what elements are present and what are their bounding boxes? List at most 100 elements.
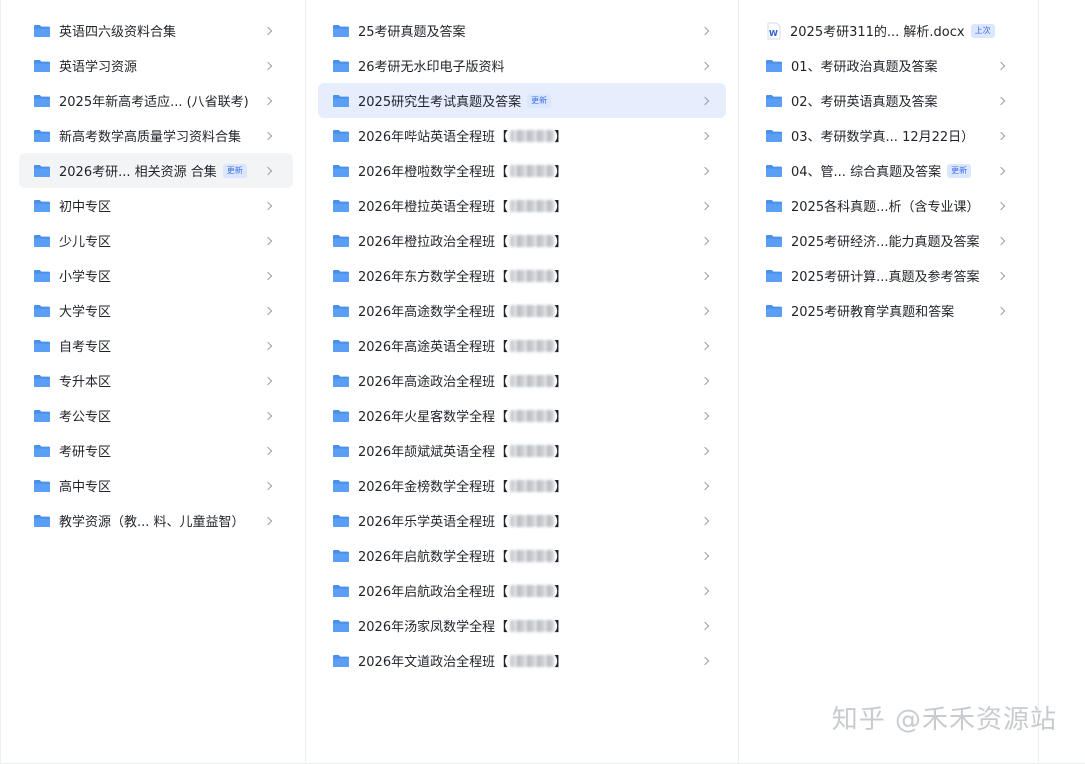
folder-item[interactable]: 2026年金榜数学全程班【 】 xyxy=(318,468,726,503)
folder-icon xyxy=(332,24,350,38)
folder-icon xyxy=(33,164,51,178)
folder-item[interactable]: 2026年火星客数学全程【 】 xyxy=(318,398,726,433)
chevron-right-icon xyxy=(263,446,273,455)
file-browser: 英语四六级资料合集 英语学习资源 2025年新高考适应... (八省联考) 新高考数学… xyxy=(0,0,1085,764)
chevron-right-icon xyxy=(996,96,1006,105)
chevron-right-icon xyxy=(700,26,710,35)
folder-item[interactable]: 2026年橙拉政治全程班【 】 xyxy=(318,223,726,258)
chevron-right-icon xyxy=(263,341,273,350)
item-label: 25考研真题及答案 xyxy=(358,25,466,40)
chevron-right-icon xyxy=(700,306,710,315)
folder-item[interactable]: 2026年颉斌斌英语全程【 】 xyxy=(318,433,726,468)
item-label: 小学专区 xyxy=(59,270,112,285)
folder-item[interactable]: 2025考研经济...能力真题及答案 xyxy=(751,223,1016,258)
chevron-right-icon xyxy=(700,341,710,350)
folder-icon xyxy=(332,339,350,353)
item-label: 自考专区 xyxy=(59,340,112,355)
folder-item[interactable]: 2025研究生考试真题及答案 更新 xyxy=(318,83,726,118)
chevron-right-icon xyxy=(996,236,1006,245)
open-bracket: 【 xyxy=(495,655,509,670)
folder-item[interactable]: 小学专区 xyxy=(19,258,293,293)
item-label: 少儿专区 xyxy=(59,235,112,250)
folder-item[interactable]: 2026年高途数学全程班【 】 xyxy=(318,293,726,328)
blurred-text xyxy=(510,479,555,492)
folder-item[interactable]: 25考研真题及答案 xyxy=(318,13,726,48)
folder-item[interactable]: 2026年高途政治全程班【 】 xyxy=(318,363,726,398)
folder-icon xyxy=(332,514,350,528)
chevron-right-icon xyxy=(700,271,710,280)
chevron-right-icon xyxy=(263,201,273,210)
folder-item[interactable]: 04、管... 综合真题及答案 更新 xyxy=(751,153,1016,188)
folder-item[interactable]: 考公专区 xyxy=(19,398,293,433)
folder-item[interactable]: 2025考研教育学真题和答案 xyxy=(751,293,1016,328)
folder-item[interactable]: 2026年东方数学全程班【 】 xyxy=(318,258,726,293)
folder-item[interactable]: 专升本区 xyxy=(19,363,293,398)
folder-item[interactable]: 01、考研政治真题及答案 xyxy=(751,48,1016,83)
folder-icon xyxy=(332,269,350,283)
folder-item[interactable]: 2026年文道政治全程班【 】 xyxy=(318,643,726,678)
chevron-right-icon xyxy=(996,61,1006,70)
folder-item[interactable]: 2026年高途英语全程班【 】 xyxy=(318,328,726,363)
folder-item[interactable]: 少儿专区 xyxy=(19,223,293,258)
item-label: 03、考研数学真... 12月22日） xyxy=(791,130,975,145)
folder-item[interactable]: 2025考研计算...真题及参考答案 xyxy=(751,258,1016,293)
blurred-text xyxy=(510,444,555,457)
blurred-text xyxy=(510,304,555,317)
folder-item[interactable]: 2026年启航政治全程班【 】 xyxy=(318,573,726,608)
chevron-right-icon xyxy=(263,131,273,140)
folder-item[interactable]: 2026考研... 相关资源 合集 更新 xyxy=(19,153,293,188)
item-label: 2025考研经济...能力真题及答案 xyxy=(791,235,980,250)
folder-item[interactable]: 英语学习资源 xyxy=(19,48,293,83)
folder-icon xyxy=(332,199,350,213)
folder-item[interactable]: 大学专区 xyxy=(19,293,293,328)
item-label: 2025研究生考试真题及答案 xyxy=(358,95,522,110)
folder-icon xyxy=(765,234,783,248)
folder-item[interactable]: 高中专区 xyxy=(19,468,293,503)
chevron-right-icon xyxy=(700,236,710,245)
folder-item[interactable]: 2026年乐学英语全程班【 】 xyxy=(318,503,726,538)
folder-item[interactable]: 2026年橙啦数学全程班【 】 xyxy=(318,153,726,188)
folder-icon xyxy=(765,129,783,143)
open-bracket: 【 xyxy=(495,410,509,425)
close-bracket: 】 xyxy=(554,130,568,145)
folder-item[interactable]: 02、考研英语真题及答案 xyxy=(751,83,1016,118)
folder-item[interactable]: 初中专区 xyxy=(19,188,293,223)
item-label: 2026年橙啦数学全程班 xyxy=(358,165,496,180)
blurred-text xyxy=(510,339,555,352)
folder-icon xyxy=(332,584,350,598)
folder-icon xyxy=(332,549,350,563)
folder-item[interactable]: 新高考数学高质量学习资料合集 xyxy=(19,118,293,153)
chevron-right-icon xyxy=(263,481,273,490)
item-label: 2025各科真题...析（含专业课） xyxy=(791,200,980,215)
chevron-right-icon xyxy=(263,166,273,175)
chevron-right-icon xyxy=(263,271,273,280)
item-label: 教学资源（教... 料、儿童益智） xyxy=(59,515,245,530)
folder-icon xyxy=(33,444,51,458)
folder-item[interactable]: 自考专区 xyxy=(19,328,293,363)
folder-icon xyxy=(765,304,783,318)
folder-item[interactable]: 2026年哔站英语全程班【 】 xyxy=(318,118,726,153)
folder-item[interactable]: 2025年新高考适应... (八省联考) xyxy=(19,83,293,118)
folder-item[interactable]: 2026年汤家凤数学全程【 】 xyxy=(318,608,726,643)
item-label: 2026年启航数学全程班 xyxy=(358,550,496,565)
file-item[interactable]: W 2025考研311的... 解析.docx 上次 xyxy=(751,13,1016,48)
folder-item[interactable]: 英语四六级资料合集 xyxy=(19,13,293,48)
item-label: 26考研无水印电子版资料 xyxy=(358,60,505,75)
close-bracket: 】 xyxy=(554,305,568,320)
open-bracket: 【 xyxy=(495,305,509,320)
item-label: 初中专区 xyxy=(59,200,112,215)
open-bracket: 【 xyxy=(495,200,509,215)
folder-item[interactable]: 考研专区 xyxy=(19,433,293,468)
folder-item[interactable]: 2026年启航数学全程班【 】 xyxy=(318,538,726,573)
folder-icon xyxy=(332,234,350,248)
column-1: 英语四六级资料合集 英语学习资源 2025年新高考适应... (八省联考) 新高考数学… xyxy=(1,0,306,764)
folder-item[interactable]: 2025各科真题...析（含专业课） xyxy=(751,188,1016,223)
item-label: 2025年新高考适应... (八省联考) xyxy=(59,95,249,110)
folder-icon xyxy=(33,374,51,388)
folder-item[interactable]: 教学资源（教... 料、儿童益智） xyxy=(19,503,293,538)
folder-item[interactable]: 2026年橙拉英语全程班【 】 xyxy=(318,188,726,223)
folder-icon xyxy=(765,59,783,73)
folder-item[interactable]: 03、考研数学真... 12月22日） xyxy=(751,118,1016,153)
item-label: 2025考研教育学真题和答案 xyxy=(791,305,955,320)
folder-item[interactable]: 26考研无水印电子版资料 xyxy=(318,48,726,83)
